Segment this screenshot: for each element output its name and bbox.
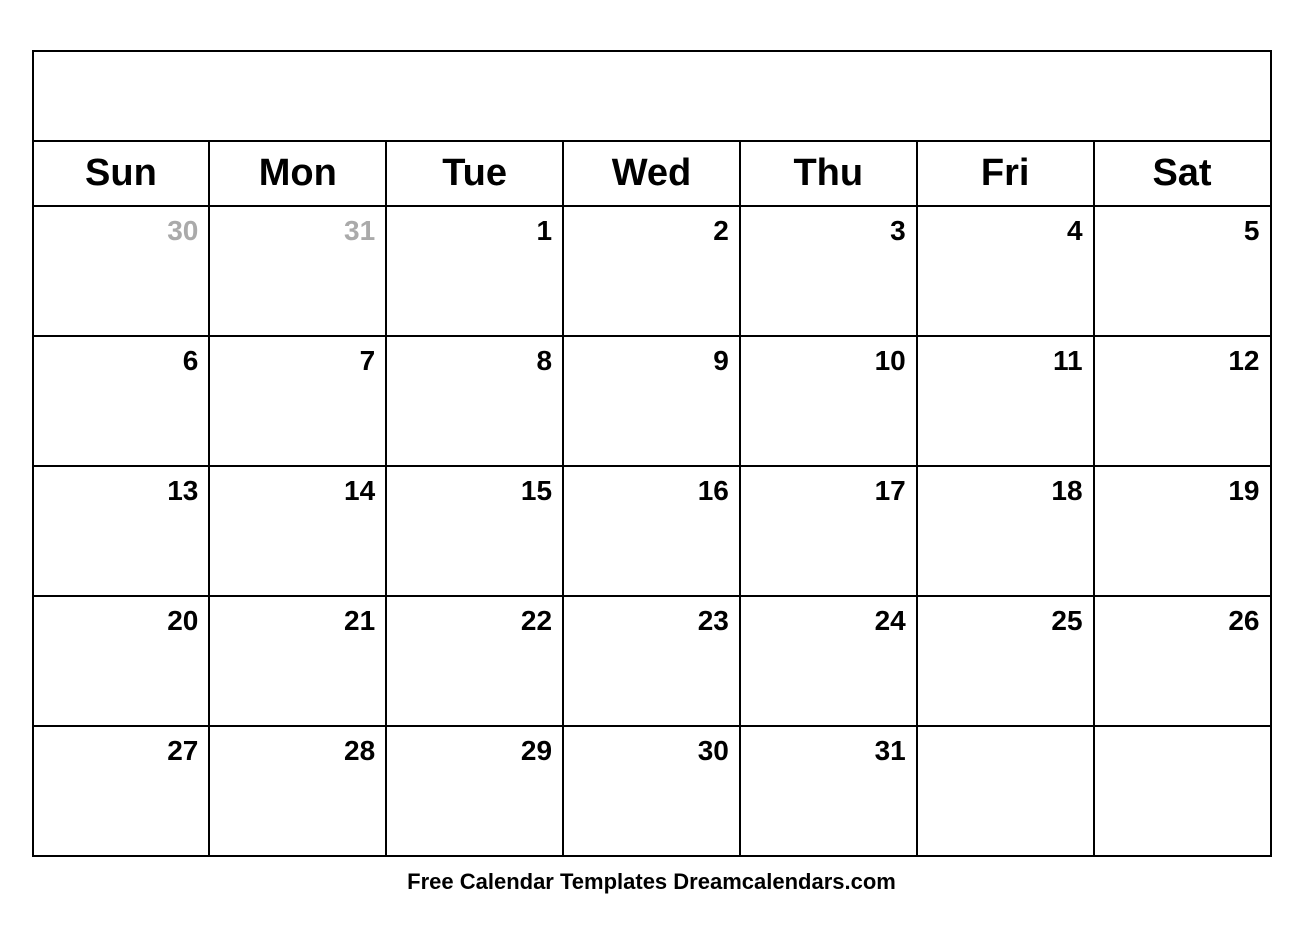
day-cell[interactable]: 26 (1094, 596, 1271, 726)
header-fri: Fri (917, 141, 1094, 206)
header-thu: Thu (740, 141, 917, 206)
calendar-table: Sun Mon Tue Wed Thu Fri Sat 303112345678… (32, 50, 1272, 857)
header-sat: Sat (1094, 141, 1271, 206)
day-cell[interactable]: 7 (209, 336, 386, 466)
header-sun: Sun (33, 141, 210, 206)
week-row-1: 303112345 (33, 206, 1271, 336)
week-row-2: 6789101112 (33, 336, 1271, 466)
day-cell[interactable]: 5 (1094, 206, 1271, 336)
calendar-wrapper: Sun Mon Tue Wed Thu Fri Sat 303112345678… (32, 50, 1272, 895)
footer-text: Free Calendar Templates Dreamcalendars.c… (407, 869, 896, 894)
day-cell[interactable]: 30 (563, 726, 740, 856)
week-row-5: 2728293031 (33, 726, 1271, 856)
day-cell[interactable]: 27 (33, 726, 210, 856)
week-row-3: 13141516171819 (33, 466, 1271, 596)
day-cell[interactable]: 3 (740, 206, 917, 336)
day-cell[interactable]: 20 (33, 596, 210, 726)
day-cell[interactable]: 6 (33, 336, 210, 466)
day-cell[interactable]: 17 (740, 466, 917, 596)
day-cell[interactable] (917, 726, 1094, 856)
day-cell[interactable]: 18 (917, 466, 1094, 596)
week-row-4: 20212223242526 (33, 596, 1271, 726)
title-row (33, 51, 1271, 141)
calendar-title (33, 51, 1271, 141)
day-cell[interactable]: 28 (209, 726, 386, 856)
day-cell[interactable]: 14 (209, 466, 386, 596)
day-cell[interactable]: 11 (917, 336, 1094, 466)
header-mon: Mon (209, 141, 386, 206)
day-cell[interactable]: 31 (209, 206, 386, 336)
day-cell[interactable]: 2 (563, 206, 740, 336)
day-cell[interactable]: 29 (386, 726, 563, 856)
day-cell[interactable]: 4 (917, 206, 1094, 336)
day-cell[interactable]: 21 (209, 596, 386, 726)
header-row: Sun Mon Tue Wed Thu Fri Sat (33, 141, 1271, 206)
day-cell[interactable]: 25 (917, 596, 1094, 726)
day-cell[interactable]: 30 (33, 206, 210, 336)
day-cell[interactable]: 31 (740, 726, 917, 856)
day-cell[interactable]: 12 (1094, 336, 1271, 466)
footer: Free Calendar Templates Dreamcalendars.c… (32, 869, 1272, 895)
day-cell[interactable] (1094, 726, 1271, 856)
day-cell[interactable]: 15 (386, 466, 563, 596)
day-cell[interactable]: 10 (740, 336, 917, 466)
day-cell[interactable]: 9 (563, 336, 740, 466)
day-cell[interactable]: 22 (386, 596, 563, 726)
day-cell[interactable]: 13 (33, 466, 210, 596)
day-cell[interactable]: 8 (386, 336, 563, 466)
day-cell[interactable]: 16 (563, 466, 740, 596)
header-tue: Tue (386, 141, 563, 206)
header-wed: Wed (563, 141, 740, 206)
day-cell[interactable]: 24 (740, 596, 917, 726)
day-cell[interactable]: 1 (386, 206, 563, 336)
day-cell[interactable]: 19 (1094, 466, 1271, 596)
day-cell[interactable]: 23 (563, 596, 740, 726)
